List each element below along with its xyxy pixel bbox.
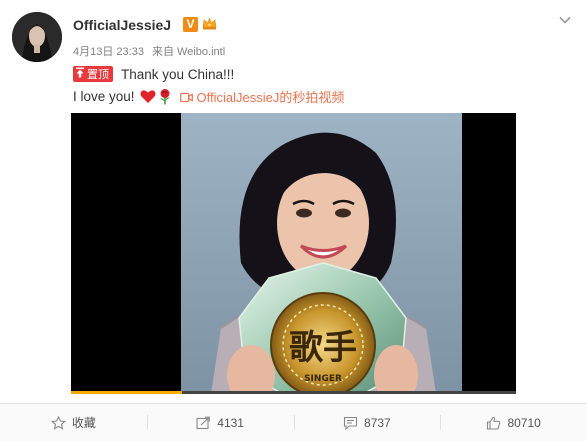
- video-link[interactable]: OfficialJessieJ的秒拍视频: [179, 87, 345, 106]
- pinned-label: 置顶: [87, 69, 109, 81]
- like-button[interactable]: 80710: [440, 404, 587, 441]
- username[interactable]: OfficialJessieJ: [73, 17, 171, 33]
- comment-button[interactable]: 8737: [293, 404, 441, 441]
- post-text-2: I love you!: [73, 88, 135, 104]
- heart-emoji: [140, 89, 156, 104]
- comment-count: 8737: [364, 415, 391, 430]
- repost-button[interactable]: 4131: [146, 404, 294, 441]
- post-text-1: Thank you China!!!: [121, 66, 235, 82]
- post-meta: 4月13日 23:33 来自 Weibo.intl: [73, 43, 230, 59]
- pin-icon: [75, 67, 85, 81]
- trophy-text: 歌手: [289, 328, 357, 368]
- verified-badge: V: [183, 17, 198, 32]
- like-icon: [487, 416, 501, 430]
- favorite-button[interactable]: 收藏: [0, 404, 147, 441]
- video-progress-fill: [71, 391, 183, 394]
- post-text-line1: 置顶 Thank you China!!!: [73, 65, 234, 83]
- video-progress-bar[interactable]: [71, 391, 516, 394]
- video-frame: 歌手 SINGER: [71, 113, 516, 394]
- chevron-down-icon[interactable]: [557, 12, 573, 28]
- action-bar: 收藏 4131 8737 80710: [0, 404, 587, 441]
- like-count: 80710: [507, 415, 541, 430]
- video-camera-icon: [179, 91, 193, 102]
- repost-icon: [196, 416, 211, 429]
- vip-crown-icon: [201, 15, 218, 32]
- avatar[interactable]: [12, 12, 62, 62]
- video-link-label[interactable]: OfficialJessieJ的秒拍视频: [197, 87, 345, 106]
- comment-icon: [343, 416, 358, 430]
- rose-emoji: [158, 88, 172, 105]
- post-source[interactable]: 来自 Weibo.intl: [152, 46, 225, 58]
- star-icon: [50, 415, 66, 430]
- post-text-line2: I love you! OfficialJessieJ的秒拍视频: [73, 87, 344, 105]
- pinned-badge: 置顶: [73, 66, 113, 82]
- trophy-subtext: SINGER: [304, 374, 342, 384]
- repost-count: 4131: [217, 415, 244, 430]
- favorite-label: 收藏: [71, 416, 96, 430]
- post-date[interactable]: 4月13日 23:33: [73, 46, 144, 58]
- video-player[interactable]: 歌手 SINGER: [71, 113, 516, 394]
